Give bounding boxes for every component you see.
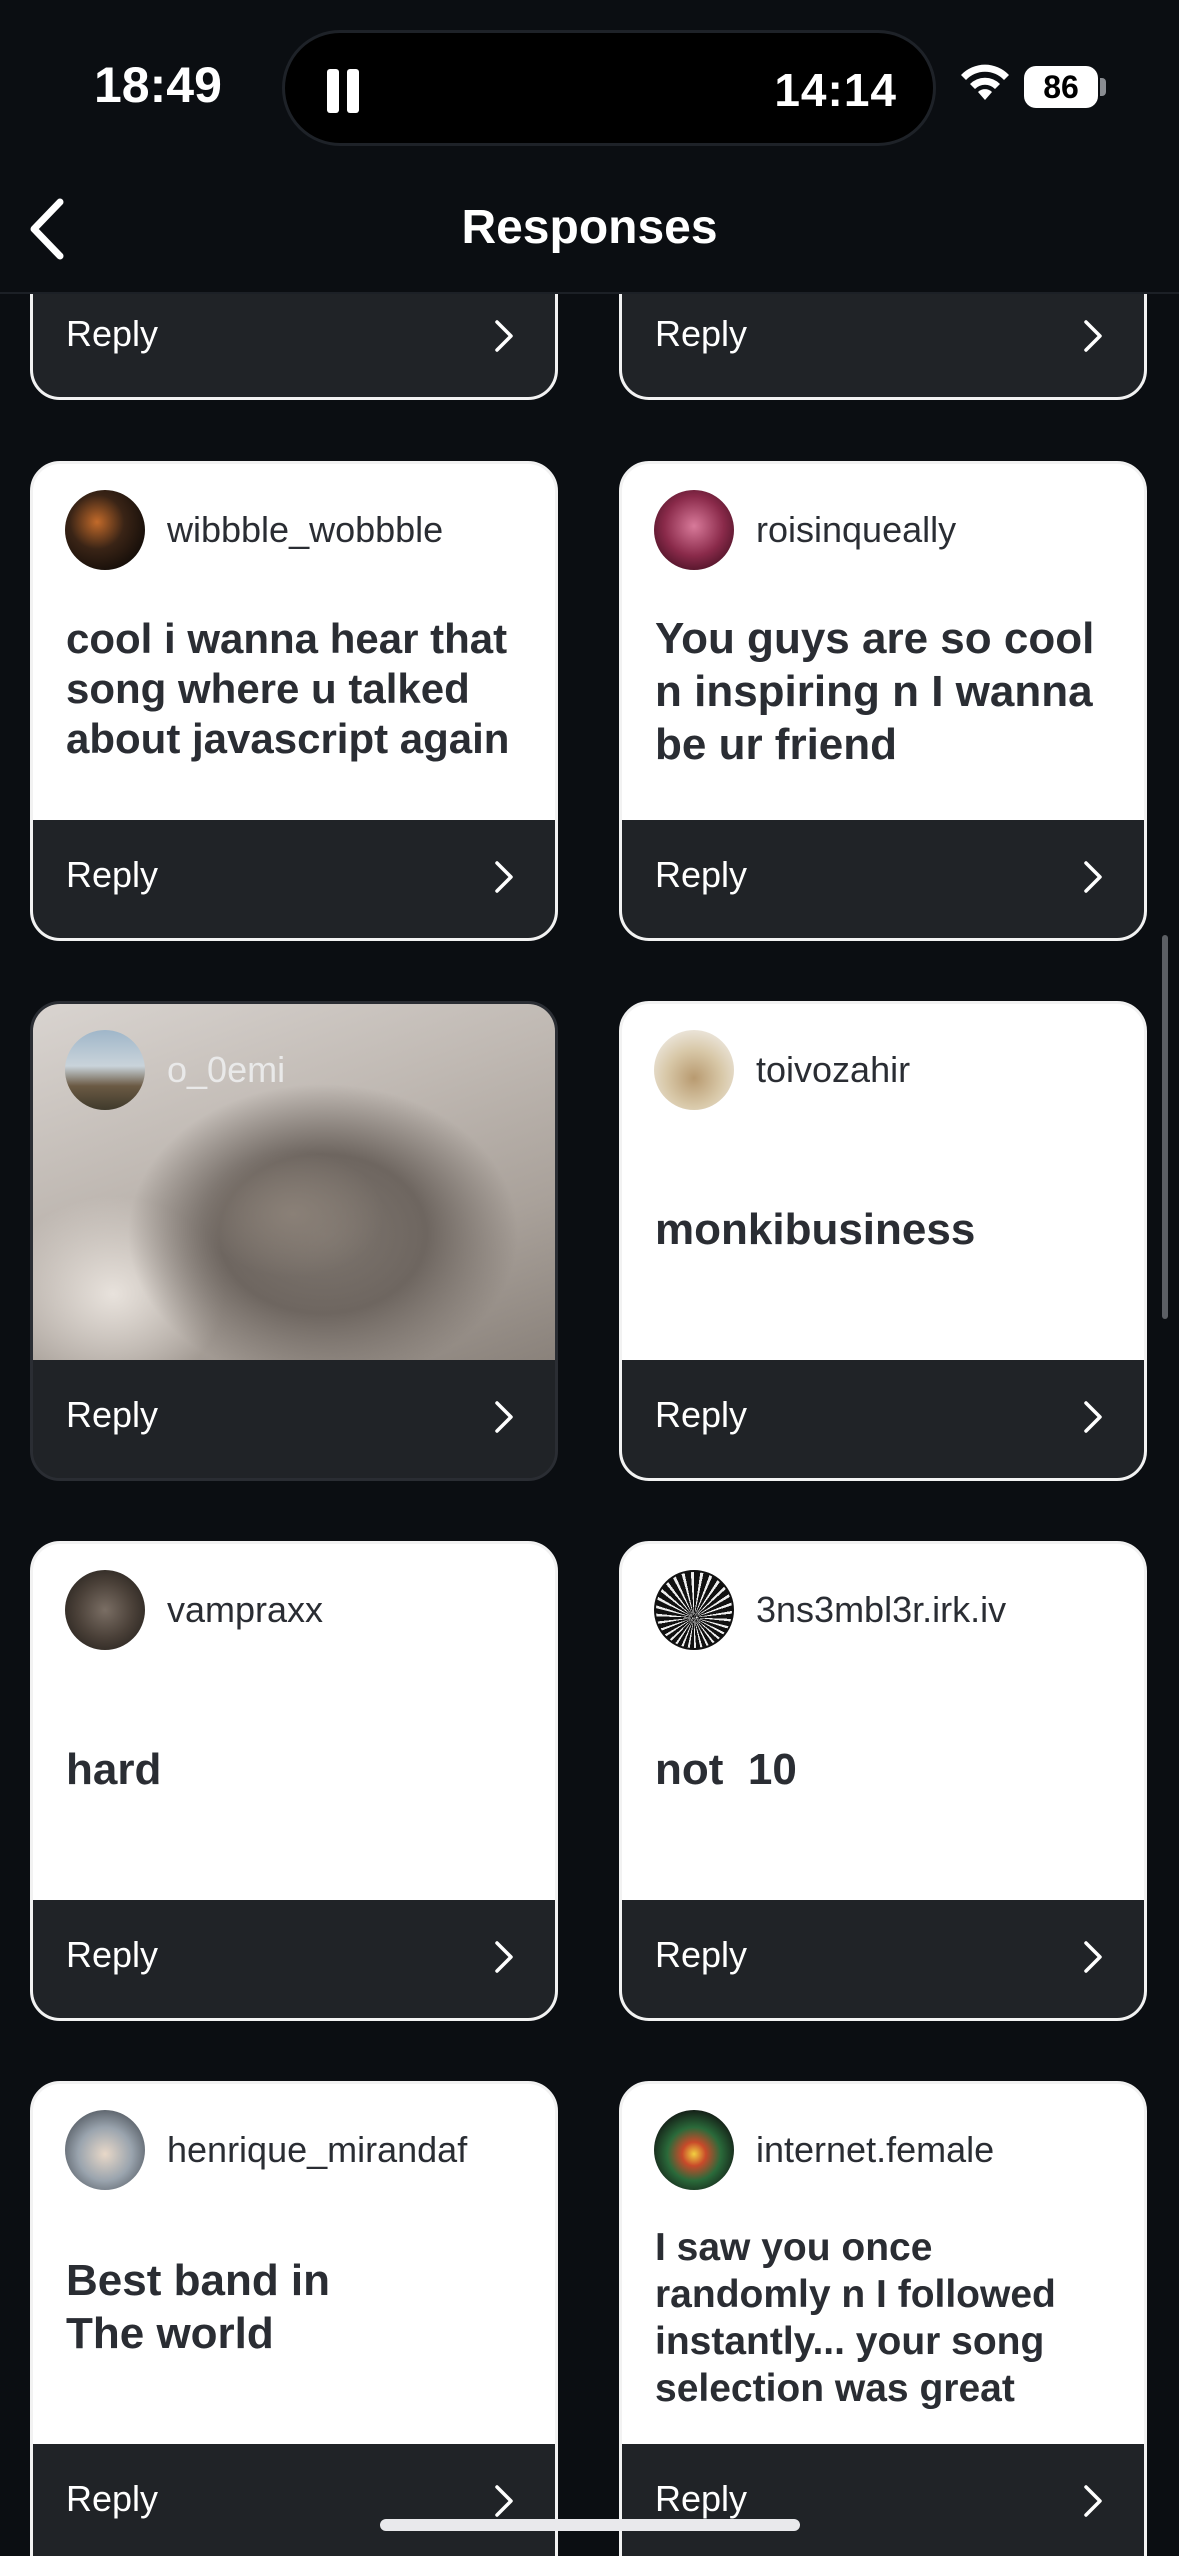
username[interactable]: toivozahir: [756, 1049, 910, 1091]
avatar[interactable]: [65, 2110, 145, 2190]
username[interactable]: roisinqueally: [756, 509, 956, 551]
reply-button[interactable]: Reply: [622, 1360, 1144, 1478]
clock: 18:49: [94, 57, 222, 113]
chevron-right-icon: [1084, 1401, 1102, 1433]
reply-label: Reply: [66, 854, 159, 895]
response-text: hard: [66, 1745, 162, 1794]
pause-icon[interactable]: [325, 69, 363, 113]
reply-button[interactable]: Reply: [622, 1900, 1144, 2018]
reply-label: Reply: [655, 1394, 748, 1435]
reply-label: Reply: [655, 1934, 748, 1975]
username[interactable]: wibbble_wobbble: [167, 509, 443, 551]
card-user[interactable]: internet.female: [654, 2110, 994, 2190]
reply-button[interactable]: Reply: [33, 1360, 555, 1478]
response-text: monkibusiness: [655, 1205, 976, 1254]
card-user[interactable]: o_0emi: [65, 1030, 285, 1110]
avatar[interactable]: [65, 490, 145, 570]
avatar[interactable]: [654, 490, 734, 570]
timer: 14:14: [774, 64, 897, 116]
reply-label: Reply: [66, 1394, 159, 1435]
response-card[interactable]: Reply: [619, 294, 1147, 400]
chevron-right-icon: [1084, 861, 1102, 893]
card-user[interactable]: vampraxx: [65, 1570, 323, 1650]
avatar[interactable]: [654, 1030, 734, 1110]
response-text: not 10: [655, 1745, 797, 1794]
page-title: Responses: [461, 201, 718, 254]
wifi-icon: [961, 64, 1009, 100]
battery-icon: 86: [1024, 66, 1098, 108]
username[interactable]: internet.female: [756, 2129, 994, 2171]
chevron-right-icon: [1084, 1941, 1102, 1973]
username[interactable]: 3ns3mbl3r.irk.iv: [756, 1589, 1006, 1631]
nav-header: Responses: [0, 170, 1179, 293]
response-text: You guys are so cool n inspiring n I wan…: [655, 614, 1095, 769]
card-user[interactable]: roisinqueally: [654, 490, 956, 570]
status-bar: 18:49 14:14 86: [0, 0, 1179, 170]
reply-label: Reply: [655, 854, 748, 895]
response-card[interactable]: roisinqueally You guys are so cool n ins…: [619, 461, 1147, 941]
response-card[interactable]: henrique_mirandaf Best band in The world…: [30, 2081, 558, 2556]
card-user[interactable]: toivozahir: [654, 1030, 910, 1110]
reply-label: Reply: [66, 313, 159, 354]
avatar[interactable]: [65, 1030, 145, 1110]
card-user[interactable]: wibbble_wobbble: [65, 490, 443, 570]
chevron-right-icon: [495, 1941, 513, 1973]
avatar[interactable]: [65, 1570, 145, 1650]
response-text: cool i wanna hear that song where u talk…: [66, 615, 510, 762]
reply-button[interactable]: Reply: [33, 820, 555, 938]
chevron-right-icon: [495, 1401, 513, 1433]
reply-label: Reply: [655, 313, 748, 354]
reply-button[interactable]: Reply: [33, 2444, 555, 2556]
cat-photo[interactable]: o_0emi: [33, 1004, 555, 1360]
response-text: I saw you once randomly n I followed ins…: [655, 2226, 1056, 2410]
reply-label: Reply: [655, 2478, 748, 2519]
chevron-right-icon: [495, 2485, 513, 2517]
avatar[interactable]: [654, 1570, 734, 1650]
username[interactable]: henrique_mirandaf: [167, 2129, 467, 2171]
response-card[interactable]: Reply: [30, 294, 558, 400]
card-user[interactable]: 3ns3mbl3r.irk.iv: [654, 1570, 1006, 1650]
reply-label: Reply: [66, 1934, 159, 1975]
chevron-right-icon: [495, 320, 513, 352]
home-indicator[interactable]: [380, 2519, 800, 2531]
reply-button[interactable]: Reply: [622, 294, 1144, 397]
card-user[interactable]: henrique_mirandaf: [65, 2110, 467, 2190]
battery-tip: [1100, 78, 1106, 96]
response-card[interactable]: internet.female I saw you once randomly …: [619, 2081, 1147, 2556]
reply-button[interactable]: Reply: [622, 820, 1144, 938]
scroll-indicator[interactable]: [1162, 935, 1168, 1319]
avatar[interactable]: [654, 2110, 734, 2190]
chevron-right-icon: [495, 861, 513, 893]
chevron-right-icon: [1084, 320, 1102, 352]
reply-button[interactable]: Reply: [622, 2444, 1144, 2556]
reply-button[interactable]: Reply: [33, 294, 555, 397]
reply-button[interactable]: Reply: [33, 1900, 555, 2018]
responses-grid[interactable]: Reply Reply wibbble_wobbble cool i wanna…: [0, 294, 1179, 2556]
response-card[interactable]: wibbble_wobbble cool i wanna hear that s…: [30, 461, 558, 941]
chevron-right-icon: [1084, 2485, 1102, 2517]
response-text: Best band in The world: [66, 2256, 331, 2358]
dynamic-island[interactable]: 14:14: [282, 30, 936, 146]
response-card[interactable]: vampraxx hard Reply: [30, 1541, 558, 2021]
username[interactable]: o_0emi: [167, 1049, 285, 1091]
response-card[interactable]: 3ns3mbl3r.irk.iv not 10 Reply: [619, 1541, 1147, 2021]
response-card[interactable]: toivozahir monkibusiness Reply: [619, 1001, 1147, 1481]
response-card-photo[interactable]: o_0emi Reply: [30, 1001, 558, 1481]
username[interactable]: vampraxx: [167, 1589, 323, 1631]
reply-label: Reply: [66, 2478, 159, 2519]
